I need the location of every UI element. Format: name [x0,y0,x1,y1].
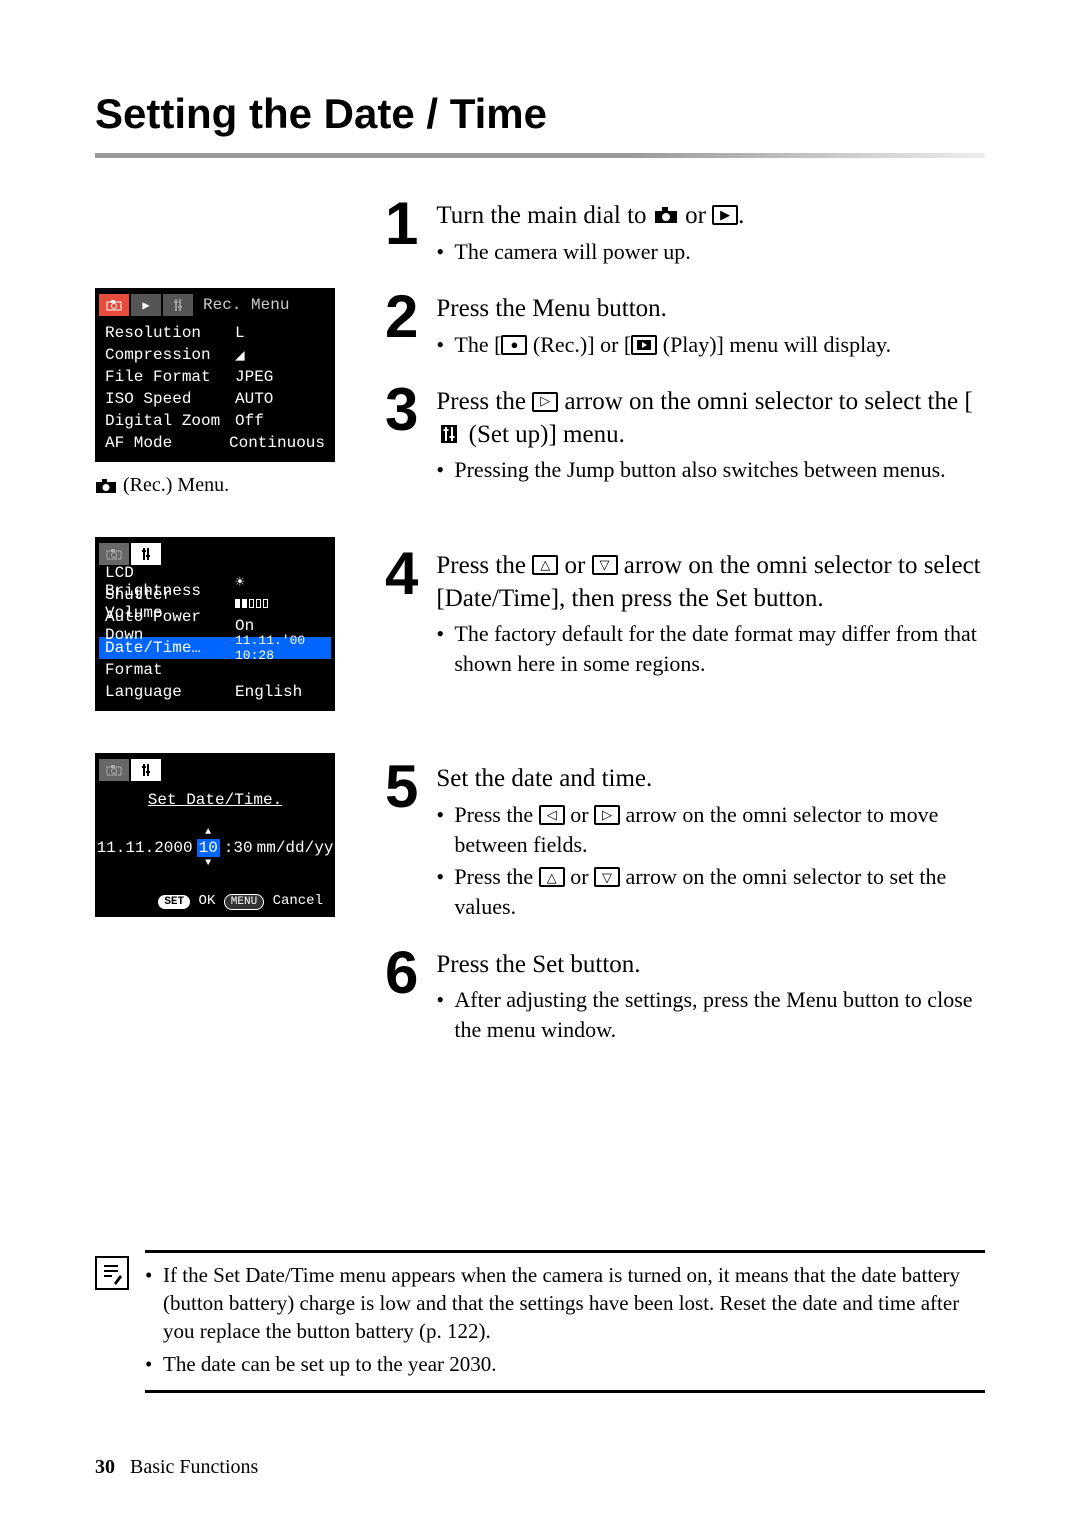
lcd-setup-menu: LCD Brightness☀ Shutter Volume Auto Powe… [95,537,335,711]
step-bullet: The factory default for the date format … [436,619,985,678]
setup-icon [436,424,462,444]
down-arrow-icon: ▽ [592,555,618,575]
up-arrow-icon: △ [532,555,558,575]
menu-row: ResolutionL [99,322,331,344]
menu-row: ISO SpeedAUTO [99,388,331,410]
lcd-rec-menu: ▶ Rec. Menu ResolutionL Compression◢ Fil… [95,288,335,462]
lcd-caption: (Rec.) Menu. [95,474,345,497]
step-number: 3 [385,384,418,435]
rec-menu-label: Rec. Menu [203,296,289,314]
step-bullet: The [● (Rec.)] or [ (Play)] menu will di… [436,330,985,360]
down-arrow-icon: ▽ [594,867,620,887]
title-underline [95,153,985,158]
right-arrow-icon: ▷ [532,392,558,412]
step-number: 2 [385,291,418,342]
note-item: If the Set Date/Time menu appears when t… [145,1261,985,1346]
step-bullet: Press the △ or ▽ arrow on the omni selec… [436,862,985,921]
play-tab-icon: ▶ [131,294,161,316]
step-6: 6 Press the Set button. After adjusting … [385,947,985,1048]
camera-tab-icon [99,294,129,316]
setup-tab-icon [131,759,161,781]
menu-row: LanguageEnglish [99,681,331,703]
step-bullet: After adjusting the settings, press the … [436,985,985,1044]
page-footer: 30 Basic Functions [95,1456,258,1479]
menu-row: Compression◢ [99,344,331,366]
note-item: The date can be set up to the year 2030. [145,1350,985,1378]
setup-tab-icon [131,543,161,565]
right-arrow-icon: ▷ [594,805,620,825]
datetime-title: Set Date/Time. [99,783,331,817]
step-1: 1 Turn the main dial to or ▶. The camera… [385,198,985,269]
step-2: 2 Press the Menu button. The [● (Rec.)] … [385,291,985,362]
camera-tab-icon [99,543,129,565]
setup-tab-icon [163,294,193,316]
datetime-value: 11.11.2000 ▲ 10 ▼ :30 mm/dd/yy [99,831,331,865]
menu-row-selected: Date/Time…11.11.'00 10:28 [99,637,331,659]
page-title: Setting the Date / Time [95,90,985,138]
datetime-footer: SET OK MENU Cancel [99,865,331,913]
note-box: If the Set Date/Time menu appears when t… [95,1250,985,1393]
up-arrow-icon: △ [539,867,565,887]
memo-icon [95,1256,129,1290]
rec-icon: ● [501,335,527,355]
step-bullet: Press the ◁ or ▷ arrow on the omni selec… [436,800,985,859]
step-5: 5 Set the date and time. Press the ◁ or … [385,761,985,924]
camera-tab-icon [99,759,129,781]
step-4: 4 Press the △ or ▽ arrow on the omni sel… [385,548,985,681]
menu-row: Digital ZoomOff [99,410,331,432]
step-number: 1 [385,198,418,249]
menu-row: File FormatJPEG [99,366,331,388]
step-number: 4 [385,548,418,599]
step-number: 6 [385,947,418,998]
lcd-datetime: Set Date/Time. 11.11.2000 ▲ 10 ▼ :30 mm/… [95,753,335,917]
play-icon [631,335,657,355]
camera-dial-icon [653,205,679,225]
step-number: 5 [385,761,418,812]
play-dial-icon: ▶ [712,205,738,225]
step-bullet: The camera will power up. [436,237,985,267]
step-3: 3 Press the ▷ arrow on the omni selector… [385,384,985,488]
menu-row: AF ModeContinuous [99,432,331,454]
left-arrow-icon: ◁ [539,805,565,825]
step-bullet: Pressing the Jump button also switches b… [436,455,985,485]
